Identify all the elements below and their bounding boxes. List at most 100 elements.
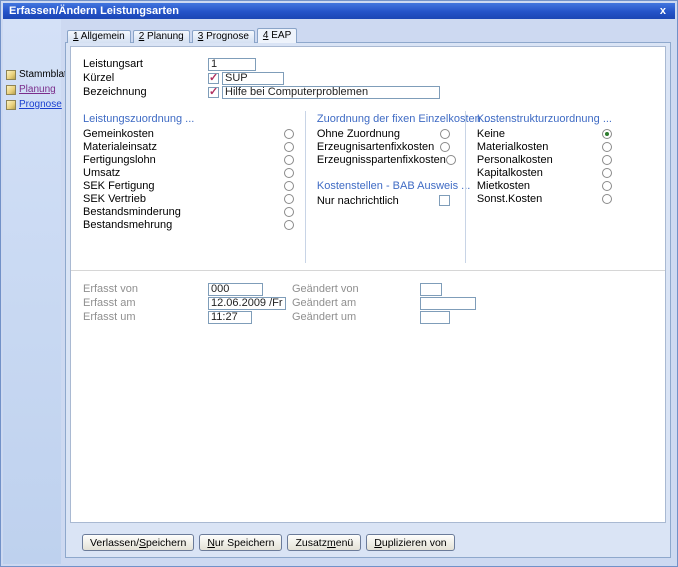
option-personalkosten[interactable]: Personalkosten [477,153,612,166]
erfasst-um-row: Erfasst um [83,310,292,324]
tab-allgemein[interactable]: 1 Allgemein [67,30,131,43]
bezeichnung-checkbox[interactable] [208,87,219,98]
radio-button[interactable] [284,142,294,152]
sidebar-nav: Stammblatt Planung Prognose [3,69,61,110]
document-icon [6,100,16,110]
geaendert-um-input[interactable] [420,311,450,324]
radio-button[interactable] [440,129,450,139]
button-label: uplizieren von [382,537,447,549]
group-area: Leistungszuordnung ... Gemeinkosten Mate… [71,111,665,263]
option-materialeinsatz[interactable]: Materialeinsatz [83,140,294,153]
option-sek-vertrieb[interactable]: SEK Vertrieb [83,192,294,205]
option-sek-fertigung[interactable]: SEK Fertigung [83,179,294,192]
geaendert-von-input[interactable] [420,283,442,296]
option-sonst-kosten[interactable]: Sonst.Kosten [477,192,612,205]
erfasst-am-row: Erfasst am [83,296,292,310]
sidebar-item-prognose[interactable]: Prognose [3,99,61,110]
button-label: Zusatz [295,537,327,549]
group-leistungszuordnung: Leistungszuordnung ... Gemeinkosten Mate… [71,111,305,263]
nur-speichern-button[interactable]: Nur Speichern [199,534,282,551]
radio-button-selected[interactable] [602,129,612,139]
title-bar[interactable]: Erfassen/Ändern Leistungsarten x [3,3,675,19]
option-label: Bestandsminderung [83,206,181,218]
close-button[interactable]: x [657,5,669,17]
radio-button[interactable] [284,207,294,217]
document-icon [6,85,16,95]
radio-button[interactable] [602,168,612,178]
button-label: peichern [146,537,186,549]
radio-button[interactable] [284,220,294,230]
erfasst-von-label: Erfasst von [83,283,208,295]
option-label: Keine [477,128,505,140]
geaendert-am-input[interactable] [420,297,476,310]
option-erzeugnisspartenfixkosten[interactable]: Erzeugnisspartenfixkosten [317,153,450,166]
radio-button[interactable] [284,194,294,204]
group-einzelkosten: Zuordnung der fixen Einzelkosten ... Ohn… [305,111,465,263]
tab-label-text: Planung [144,31,183,42]
radio-button[interactable] [602,142,612,152]
duplizieren-von-button[interactable]: Duplizieren von [366,534,454,551]
nur-nachrichtlich-checkbox[interactable] [439,195,450,206]
sidebar: Stammblatt Planung Prognose [3,19,61,564]
option-bestandsminderung[interactable]: Bestandsminderung [83,205,294,218]
option-bestandsmehrung[interactable]: Bestandsmehrung [83,218,294,231]
sidebar-item-planung[interactable]: Planung [3,84,61,95]
group-title-kostenstellen: Kostenstellen - BAB Ausweis ... [317,180,450,194]
tab-eap[interactable]: 4 EAP [257,28,297,43]
radio-button[interactable] [284,181,294,191]
group-title-kostenstruktur: Kostenstrukturzuordnung ... [477,113,612,127]
tab-planung[interactable]: 2 Planung [133,30,190,43]
option-nur-nachrichtlich[interactable]: Nur nachrichtlich [317,194,450,207]
leistungsart-label: Leistungsart [83,58,208,70]
option-keine[interactable]: Keine [477,127,612,140]
kuerzel-label: Kürzel [83,72,208,84]
radio-button[interactable] [602,155,612,165]
option-materialkosten[interactable]: Materialkosten [477,140,612,153]
leistungsart-input[interactable] [208,58,256,71]
option-label: Erzeugnisspartenfixkosten [317,154,446,166]
radio-button[interactable] [284,155,294,165]
form-panel: Leistungsart Kürzel Bezeichnung Leistung… [70,46,666,523]
button-label: S [139,537,146,549]
erfasst-um-label: Erfasst um [83,311,208,323]
button-label: ur Speichern [215,537,275,549]
option-ohne-zuordnung[interactable]: Ohne Zuordnung [317,127,450,140]
option-fertigungslohn[interactable]: Fertigungslohn [83,153,294,166]
zusatzmenu-button[interactable]: Zusatzmenü [287,534,361,551]
radio-button[interactable] [440,142,450,152]
tab-prognose[interactable]: 3 Prognose [192,30,255,43]
document-icon [6,70,16,80]
sidebar-item-label: Stammblatt [19,69,70,80]
sidebar-item-stammblatt[interactable]: Stammblatt [3,69,61,80]
app-window: Erfassen/Ändern Leistungsarten x Stammbl… [0,0,678,567]
kuerzel-input[interactable] [222,72,284,85]
erfasst-am-input[interactable] [208,297,286,310]
option-gemeinkosten[interactable]: Gemeinkosten [83,127,294,140]
option-mietkosten[interactable]: Mietkosten [477,179,612,192]
option-label: Personalkosten [477,154,553,166]
erfasst-von-input[interactable] [208,283,263,296]
option-label: Materialeinsatz [83,141,157,153]
radio-button[interactable] [602,194,612,204]
option-label: Bestandsmehrung [83,219,172,231]
radio-button[interactable] [446,155,456,165]
radio-button[interactable] [602,181,612,191]
tab-page-eap: Leistungsart Kürzel Bezeichnung Leistung… [65,42,671,558]
bezeichnung-input[interactable] [222,86,440,99]
button-bar: Verlassen/Speichern Nur Speichern Zusatz… [82,534,455,551]
option-erzeugnisartenfixkosten[interactable]: Erzeugnisartenfixkosten [317,140,450,153]
kuerzel-checkbox[interactable] [208,73,219,84]
button-label: enü [336,537,354,549]
verlassen-speichern-button[interactable]: Verlassen/Speichern [82,534,194,551]
option-umsatz[interactable]: Umsatz [83,166,294,179]
erfasst-am-label: Erfasst am [83,297,208,309]
radio-button[interactable] [284,129,294,139]
option-kapitalkosten[interactable]: Kapitalkosten [477,166,612,179]
erfasst-um-input[interactable] [208,311,252,324]
tab-label-text: Allgemein [79,31,125,42]
radio-button[interactable] [284,168,294,178]
geaendert-von-label: Geändert von [292,283,420,295]
option-label: Nur nachrichtlich [317,195,399,207]
geaendert-um-row: Geändert um [292,310,665,324]
option-label: Gemeinkosten [83,128,154,140]
